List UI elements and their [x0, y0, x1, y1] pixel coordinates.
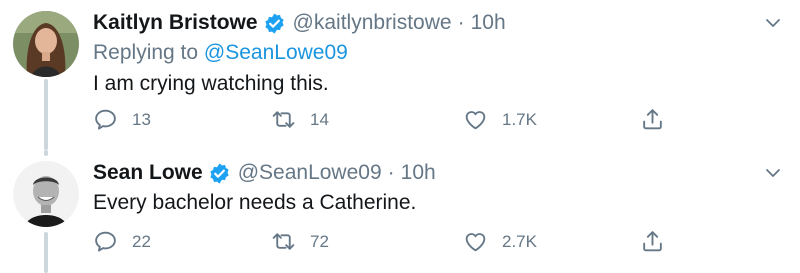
timestamp[interactable]: 10h: [401, 159, 436, 187]
like-count: 1.7K: [502, 109, 537, 129]
share-button[interactable]: [640, 107, 679, 132]
tweet-actions: 13 14 1.7K: [93, 107, 693, 135]
share-button[interactable]: [640, 229, 679, 254]
reply-count: 22: [132, 231, 151, 251]
retweet-count: 14: [310, 109, 329, 129]
avatar[interactable]: [13, 161, 79, 227]
retweet-button[interactable]: 72: [271, 229, 329, 254]
thread-line: [44, 79, 48, 150]
tweet-header: Sean Lowe @SeanLowe09 · 10h: [93, 159, 436, 187]
share-icon: [643, 231, 662, 252]
like-icon: [465, 111, 486, 130]
chevron-down-icon[interactable]: [764, 164, 782, 182]
retweet-count: 72: [310, 231, 329, 251]
verified-badge-icon: [264, 12, 284, 34]
author-handle[interactable]: @SeanLowe09: [238, 159, 382, 187]
tweet-header: Kaitlyn Bristowe @kaitlynbristowe · 10h: [93, 9, 506, 37]
reply-icon: [95, 109, 116, 130]
like-button[interactable]: 2.7K: [463, 229, 537, 254]
replying-to-link[interactable]: @SeanLowe09: [204, 41, 348, 64]
like-icon: [465, 233, 486, 252]
reply-icon: [95, 231, 116, 252]
replying-to: Replying to @SeanLowe09: [93, 39, 348, 67]
author-name[interactable]: Kaitlyn Bristowe: [93, 9, 258, 37]
tweet-text: I am crying watching this.: [93, 72, 329, 95]
separator-dot: ·: [387, 161, 395, 184]
like-count: 2.7K: [502, 231, 537, 251]
retweet-icon: [272, 111, 295, 128]
share-icon: [643, 109, 662, 130]
avatar[interactable]: [13, 11, 79, 77]
replying-to-label: Replying to: [93, 41, 199, 64]
reply-count: 13: [132, 109, 151, 129]
reply-button[interactable]: 22: [93, 229, 151, 254]
like-button[interactable]: 1.7K: [463, 107, 537, 132]
reply-button[interactable]: 13: [93, 107, 151, 132]
author-handle[interactable]: @kaitlynbristowe: [293, 9, 452, 37]
verified-badge-icon: [210, 162, 229, 184]
retweet-icon: [272, 233, 295, 250]
timestamp[interactable]: 10h: [471, 9, 506, 37]
tweet-kaitlyn[interactable]: Kaitlyn Bristowe @kaitlynbristowe · 10h …: [0, 0, 800, 150]
separator-dot: ·: [457, 11, 465, 34]
author-name[interactable]: Sean Lowe: [93, 159, 203, 187]
thread-line: [44, 150, 48, 156]
thread-line: [44, 232, 48, 273]
chevron-down-icon[interactable]: [764, 14, 782, 32]
tweet-text: Every bachelor needs a Catherine.: [93, 191, 417, 214]
retweet-button[interactable]: 14: [271, 107, 329, 132]
tweet-sean[interactable]: Sean Lowe @SeanLowe09 · 10h Every bachel…: [0, 150, 800, 273]
tweet-actions: 22 72 2.7K: [93, 229, 693, 257]
